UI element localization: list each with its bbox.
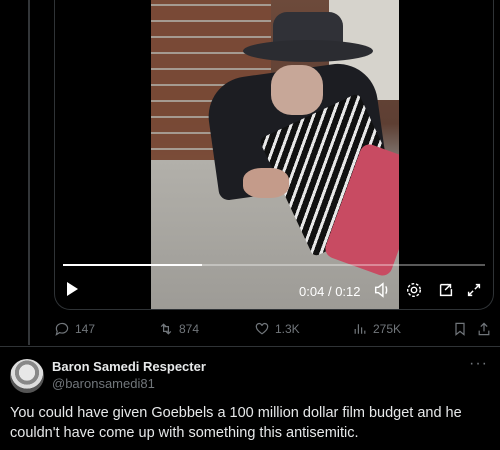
view-count: 275K bbox=[373, 322, 402, 336]
video-player[interactable]: 0:04 / 0:12 bbox=[54, 0, 494, 310]
person-face bbox=[271, 65, 323, 115]
user-handle[interactable]: @baronsamedi81 bbox=[52, 376, 155, 391]
reply-button[interactable]: 147 bbox=[54, 318, 95, 340]
play-icon[interactable] bbox=[67, 282, 78, 296]
views-button[interactable]: 275K bbox=[352, 318, 401, 340]
share-icon bbox=[478, 322, 490, 336]
bookmark-icon bbox=[455, 322, 465, 336]
repost-count: 874 bbox=[179, 322, 200, 336]
hat-brim bbox=[243, 40, 373, 62]
bookmark-button[interactable] bbox=[452, 318, 468, 340]
picture-in-picture-icon[interactable] bbox=[437, 281, 455, 299]
person-hand bbox=[243, 168, 289, 198]
repost-button[interactable]: 874 bbox=[158, 318, 199, 340]
like-count: 1.3K bbox=[275, 322, 300, 336]
more-options-icon[interactable]: ··· bbox=[469, 355, 488, 373]
share-button[interactable] bbox=[476, 318, 492, 340]
time-separator: / bbox=[327, 284, 332, 299]
avatar[interactable] bbox=[10, 359, 44, 393]
video-progress-fill bbox=[63, 264, 203, 266]
like-button[interactable]: 1.3K bbox=[254, 318, 300, 340]
video-progress-bar[interactable] bbox=[63, 264, 485, 266]
duration: 0:12 bbox=[335, 284, 361, 299]
reply-count: 147 bbox=[75, 322, 96, 336]
video-time: 0:04 / 0:12 bbox=[299, 284, 361, 299]
views-chart-icon bbox=[354, 324, 366, 334]
settings-gear-icon[interactable] bbox=[405, 281, 423, 299]
heart-icon bbox=[255, 322, 269, 335]
reply-icon bbox=[55, 322, 69, 336]
repost-icon bbox=[160, 323, 172, 335]
reply-tweet[interactable]: Baron Samedi Respecter @baronsamedi81 ··… bbox=[0, 347, 500, 450]
fullscreen-icon[interactable] bbox=[465, 281, 483, 299]
thread-line bbox=[28, 0, 30, 345]
tweet-actions: 147 874 1.3K 275K bbox=[54, 318, 494, 340]
video-controls: 0:04 / 0:12 bbox=[55, 272, 493, 309]
volume-icon[interactable] bbox=[373, 281, 391, 299]
current-time: 0:04 bbox=[299, 284, 325, 299]
display-name[interactable]: Baron Samedi Respecter bbox=[52, 359, 206, 374]
tweet-text: You could have given Goebbels a 100 mill… bbox=[10, 405, 462, 441]
